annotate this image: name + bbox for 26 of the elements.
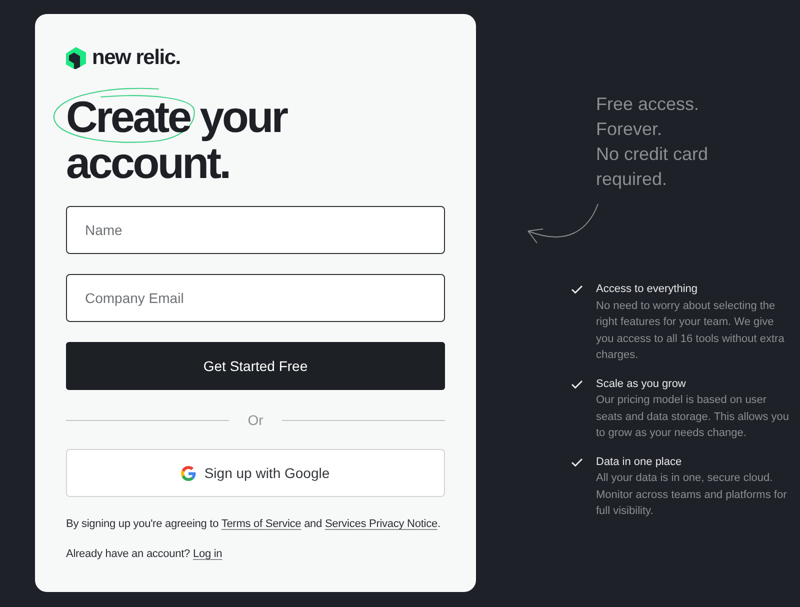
heading-word: your [200, 95, 286, 141]
feature-description: No need to worry about selecting the right features for your team. We give you access to all 16 tools without extra charges. [596, 298, 786, 363]
tagline-text: Forever. [596, 119, 662, 139]
tagline-text: No credit card required. [596, 144, 708, 189]
feature-title: Data in one place [596, 454, 682, 470]
text-link[interactable]: Services Privacy Notice [324, 518, 438, 530]
text-link[interactable]: Log in [192, 548, 222, 560]
feature-description: Our pricing model is based on user seats and data storage. This allows you to grow as your needs change. [596, 393, 790, 441]
login-prompt: Already have an account? Log in [66, 547, 222, 562]
tagline-text: Free access. [596, 94, 700, 114]
google-signup-button[interactable]: Sign up with Google [66, 449, 445, 497]
feature-description: All your data is in one, secure cloud. Monitor across teams and platforms for full visibility. [596, 471, 788, 519]
logo-wordmark: new relic. [92, 46, 180, 70]
get-started-button[interactable]: Get Started Free [66, 342, 445, 390]
feature-title: Scale as you grow [596, 376, 686, 392]
input-field[interactable]: Name [66, 206, 445, 254]
feature-title: Access to everything [596, 282, 698, 297]
check-icon [571, 458, 583, 466]
input-field[interactable]: Company Email [66, 274, 445, 322]
divider-label: Or [248, 410, 264, 430]
check-icon [571, 285, 583, 294]
check-icon [571, 380, 583, 388]
logo-icon [66, 47, 86, 69]
text-link[interactable]: Terms of Service [221, 518, 302, 530]
terms-text: By signing up you're agreeing to Terms of Service and Services Privacy Notice. [66, 517, 442, 532]
google-logo-icon [181, 466, 196, 480]
